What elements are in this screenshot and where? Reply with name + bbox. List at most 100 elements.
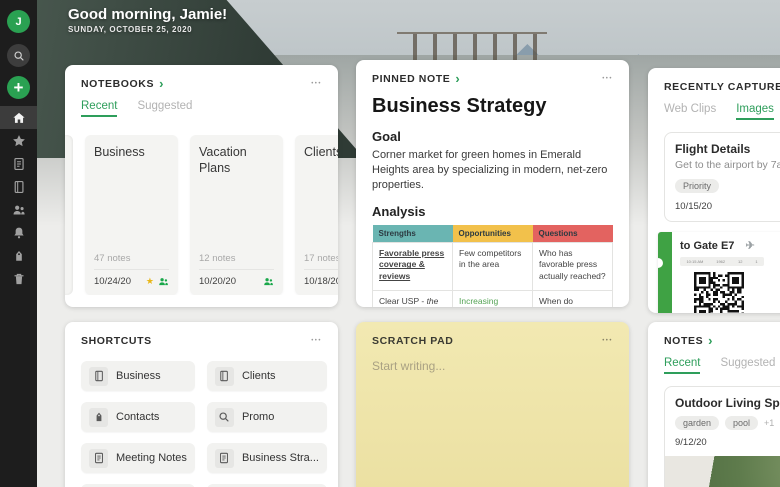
notes-title[interactable]: NOTES	[664, 335, 703, 347]
analysis-table-cell: Who has favorable press actually reached…	[533, 242, 613, 291]
notes-card: NOTES › ••• Recent Suggested Outdoor Livi…	[648, 322, 780, 487]
pinned-menu-button[interactable]: •••	[602, 76, 613, 82]
shortcut-contacts[interactable]: Contacts	[81, 402, 195, 432]
notebook-card-fragment[interactable]	[65, 135, 73, 295]
notebook-note-count: 47 notes	[94, 253, 169, 269]
pinned-note-card: PINNED NOTE › ••• Business Strategy Goal…	[356, 60, 629, 307]
avatar[interactable]: J	[7, 10, 30, 33]
greeting-text: Good morning, Jamie!	[68, 6, 227, 23]
search-icon	[13, 50, 25, 62]
boarding-pass-image[interactable]: to Gate E7 ✈ 10:15 AM1962121	[658, 232, 780, 313]
captured-tab-images[interactable]: Images	[736, 103, 774, 120]
scratch-menu-button[interactable]: •••	[602, 338, 613, 344]
notebook-footer: 17 notes 10/18/20	[304, 253, 338, 287]
analysis-table-cell: When do regulatory changes take effect?	[533, 291, 613, 307]
notes-tab-recent[interactable]: Recent	[664, 357, 700, 374]
analysis-heading: Analysis	[372, 204, 613, 219]
notebook-name: Business	[94, 145, 169, 161]
pass-detail-text: 1962	[716, 259, 725, 264]
notebook-card[interactable]: Vacation Plans12 notes10/20/20	[190, 135, 283, 295]
pass-detail-text: 1	[755, 259, 757, 264]
chevron-right-icon[interactable]: ›	[455, 74, 459, 84]
shortcut-business[interactable]: Business	[81, 361, 195, 391]
notebook-date: 10/20/20	[199, 276, 236, 287]
sidebar-item-tags[interactable]	[0, 244, 37, 267]
boarding-pass-details: 10:15 AM1962121	[680, 257, 764, 266]
sidebar-item-home[interactable]	[0, 106, 37, 129]
notebook-date-row: 10/24/20★	[94, 269, 169, 287]
scratch-card-header: SCRATCH PAD •••	[372, 335, 613, 347]
star-icon: ★	[146, 277, 154, 286]
analysis-column-header: Strengths	[373, 225, 453, 243]
pinned-note-title[interactable]: PINNED NOTE	[372, 73, 450, 85]
new-note-button[interactable]: +	[7, 76, 30, 99]
notebook-date-row: 10/18/20	[304, 269, 338, 287]
gate-text: to Gate E7 ✈	[680, 239, 755, 252]
pinned-card-header: PINNED NOTE › •••	[372, 73, 613, 85]
notes-tab-suggested[interactable]: Suggested	[720, 357, 775, 374]
note-title[interactable]: Business Strategy	[372, 95, 613, 118]
sidebar-item-shortcuts-star[interactable]	[0, 129, 37, 152]
notifications-bell-icon	[12, 226, 26, 240]
notebook-card[interactable]: Business 47 notes10/24/20★	[85, 135, 178, 295]
sidebar-nav	[0, 106, 37, 290]
shortcut-meeting-notes[interactable]: Meeting Notes	[81, 443, 195, 473]
note-tag-chips: gardenpool+1	[675, 416, 780, 430]
sidebar-item-notes[interactable]	[0, 152, 37, 175]
sidebar-item-shared[interactable]	[0, 198, 37, 221]
notebooks-menu-button[interactable]: •••	[311, 81, 322, 87]
analysis-column-header: Questions	[533, 225, 613, 243]
shortcut-label: Clients	[242, 370, 276, 382]
note-photo-thumbnail	[665, 456, 780, 487]
notebook-date: 10/18/20	[304, 276, 338, 287]
qr-code	[694, 272, 744, 313]
flight-note-body: Get to the airport by 7am. Before takeof…	[675, 159, 780, 173]
notebooks-tab-suggested[interactable]: Suggested	[137, 100, 192, 117]
outdoor-note-title: Outdoor Living Space Ideas	[675, 396, 780, 410]
notebooks-title[interactable]: NOTEBOOKS	[81, 78, 154, 90]
plane-icon: ✈	[745, 240, 754, 252]
notebooks-tab-recent[interactable]: Recent	[81, 100, 117, 117]
flight-details-note[interactable]: Flight Details Get to the airport by 7am…	[664, 132, 780, 222]
sidebar-item-trash[interactable]	[0, 267, 37, 290]
tag-chip-garden[interactable]: garden	[675, 416, 719, 430]
shortcut-clients[interactable]: Clients	[207, 361, 327, 391]
shared-people-icon	[158, 276, 169, 287]
shortcut-promo[interactable]: Promo	[207, 402, 327, 432]
notes-card-header: NOTES › •••	[664, 335, 780, 347]
sidebar-item-notifications-bell[interactable]	[0, 221, 37, 244]
goal-text: Corner market for green homes in Emerald…	[372, 148, 613, 193]
captured-tabs: Web ClipsImagesDocuments	[664, 103, 780, 120]
captured-card-header: RECENTLY CAPTURED •••	[664, 81, 780, 93]
scratch-pad-input[interactable]: Start writing...	[372, 359, 613, 373]
shared-icon	[12, 203, 26, 217]
captured-tab-web-clips[interactable]: Web Clips	[664, 103, 716, 120]
search-icon	[215, 408, 234, 427]
notebooks-icon	[12, 180, 26, 194]
chevron-right-icon[interactable]: ›	[159, 79, 163, 89]
priority-tag-chip[interactable]: Priority	[675, 179, 719, 193]
notebook-note-count: 17 notes	[304, 253, 338, 269]
sidebar-item-notebooks[interactable]	[0, 175, 37, 198]
tags-icon	[12, 249, 26, 263]
notebook-card[interactable]: Clients17 notes10/18/20	[295, 135, 338, 295]
shortcut-label: Business Stra...	[242, 452, 319, 464]
analysis-table: StrengthsOpportunitiesQuestionsFavorable…	[372, 225, 613, 307]
tag-chip-pool[interactable]: pool	[725, 416, 758, 430]
captured-title[interactable]: RECENTLY CAPTURED	[664, 81, 780, 93]
analysis-table-row: Clear USP - the only all green realtorIn…	[373, 291, 613, 307]
outdoor-note[interactable]: Outdoor Living Space Ideas gardenpool+1 …	[664, 386, 780, 487]
outdoor-note-date-row: 9/12/20 ★	[675, 437, 780, 448]
shortcuts-grid: Business Clients Contacts Promo Meeting Note…	[81, 361, 322, 487]
chevron-right-icon[interactable]: ›	[708, 336, 712, 346]
shortcut-label: Promo	[242, 411, 274, 423]
search-button[interactable]	[7, 44, 30, 67]
evernote-home-page: Good morning, Jamie! SUNDAY, OCTOBER 25,…	[0, 0, 780, 487]
shortcuts-menu-button[interactable]: •••	[311, 338, 322, 344]
shortcut-label: Contacts	[116, 411, 159, 423]
notebooks-carousel: Business 47 notes10/24/20★ Vacation Plans1…	[65, 135, 338, 295]
notebook-icon	[215, 367, 234, 386]
tag-icon	[89, 408, 108, 427]
shortcut-business-stra-[interactable]: Business Stra...	[207, 443, 327, 473]
shortcut-label: Meeting Notes	[116, 452, 187, 464]
